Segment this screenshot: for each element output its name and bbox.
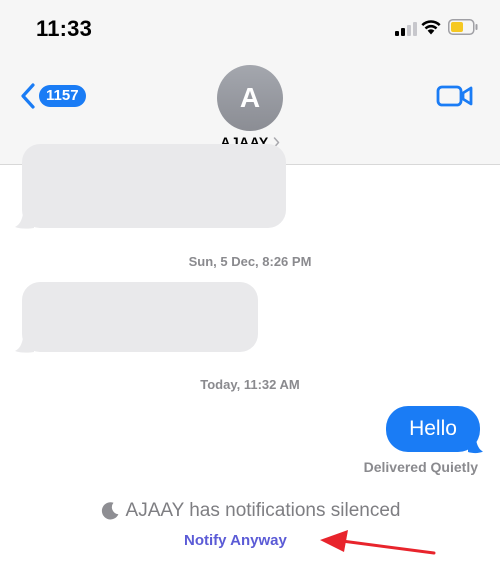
chevron-left-icon	[21, 83, 35, 109]
silenced-text: AJAAY has notifications silenced	[125, 500, 401, 521]
status-bar: 11:33	[0, 0, 500, 60]
notify-anyway-button[interactable]: Notify Anyway	[184, 532, 287, 549]
contact-avatar[interactable]: A	[217, 65, 283, 131]
back-button[interactable]: 1157	[20, 82, 86, 110]
message-timestamp: Sun, 5 Dec, 8:26 PM	[188, 254, 312, 269]
bubble-tail	[15, 206, 34, 229]
delivery-status: Delivered Quietly	[363, 459, 478, 475]
received-message-bubble[interactable]	[22, 282, 258, 352]
unread-count-badge: 1157	[39, 85, 86, 107]
bubble-tail	[15, 330, 34, 353]
status-time: 11:33	[36, 16, 93, 41]
message-timestamp: Today, 11:32 AM	[200, 377, 300, 392]
notifications-silenced-notice: AJAAY has notifications silenced	[0, 500, 500, 522]
video-call-icon[interactable]	[436, 82, 474, 110]
wifi-icon	[421, 20, 441, 35]
cellular-signal-icon	[395, 20, 419, 36]
battery-icon	[448, 19, 478, 35]
red-arrow-annotation	[320, 530, 436, 555]
sent-message-bubble[interactable]: Hello	[386, 406, 480, 452]
received-message-bubble[interactable]	[22, 144, 286, 228]
moon-icon	[101, 502, 118, 520]
